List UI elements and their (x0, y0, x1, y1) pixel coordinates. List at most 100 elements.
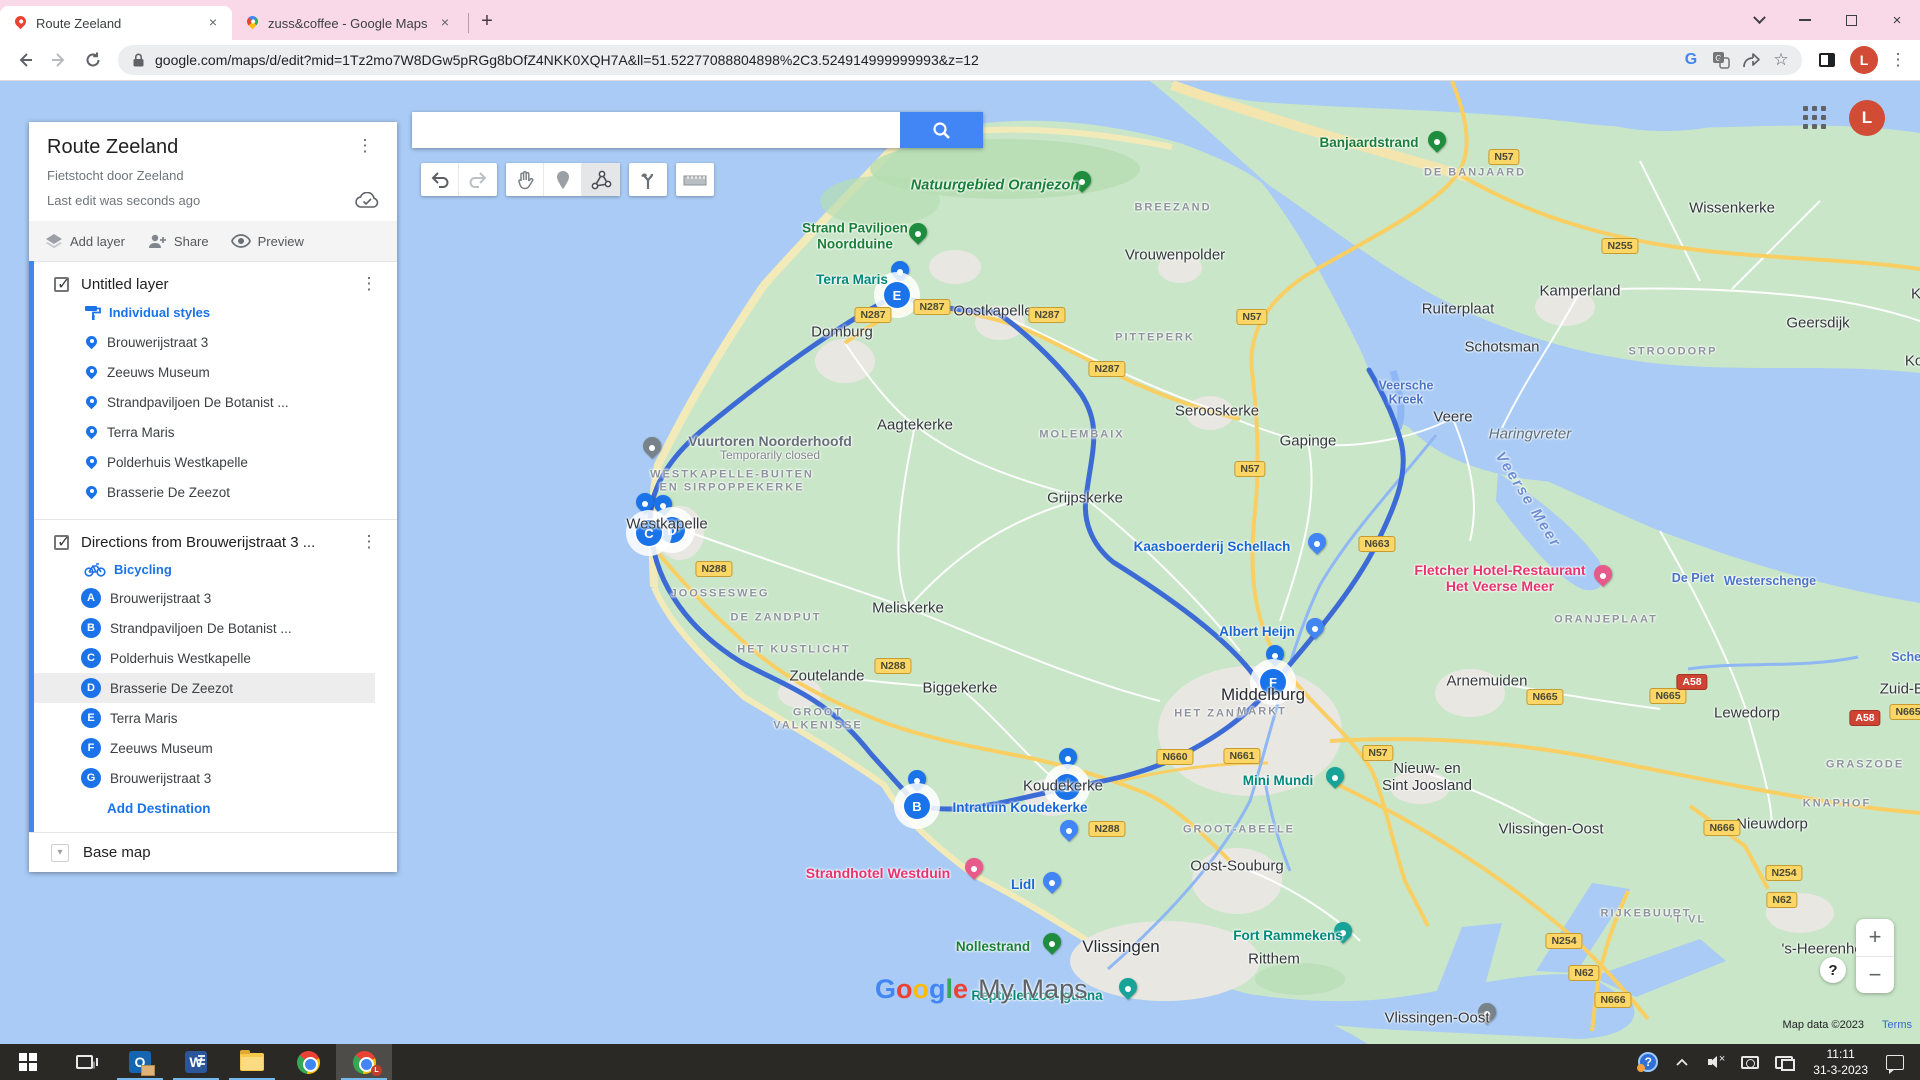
translate-button[interactable]: G (1706, 45, 1736, 75)
map-search-input[interactable] (412, 112, 900, 148)
search-button[interactable] (900, 112, 983, 148)
action-center-icon[interactable] (1886, 1055, 1904, 1070)
route-stop-item[interactable]: GBrouwerijstraat 3 (29, 763, 397, 793)
individual-styles-link[interactable]: Individual styles (84, 304, 397, 321)
map-label: Oostkapelle (953, 302, 1032, 319)
stop-letter-badge: E (81, 708, 101, 728)
map-label: Strandhotel Westduin (806, 865, 950, 881)
place-list-item[interactable]: Zeeuws Museum (29, 357, 397, 387)
layer-name[interactable]: Untitled layer (81, 276, 355, 293)
selected-layer-indicator (29, 261, 34, 832)
bookmark-button[interactable]: ☆ (1766, 45, 1796, 75)
place-list-item[interactable]: Terra Maris (29, 417, 397, 447)
place-list-item[interactable]: Strandpaviljoen De Botanist ... (29, 387, 397, 417)
layer-checkbox[interactable]: ✓ (54, 535, 69, 550)
route-marker[interactable]: B (894, 783, 940, 829)
help-button[interactable]: ? (1820, 957, 1846, 983)
address-bar[interactable]: google.com/maps/d/edit?mid=1Tz2mo7W8DGw5… (118, 45, 1802, 75)
tab-title: Route Zeeland (36, 16, 196, 31)
terms-link[interactable]: Terms (1882, 1019, 1912, 1031)
layer-menu-button[interactable]: ⋮ (355, 274, 383, 294)
tab-google-maps[interactable]: zuss&coffee - Google Maps × (232, 6, 464, 40)
route-stop-item[interactable]: FZeeuws Museum (29, 733, 397, 763)
share-button[interactable] (1736, 45, 1766, 75)
map-label: Veerse Meer (1492, 449, 1565, 551)
map-label: ORANJEPLAAT (1554, 614, 1658, 627)
layer-name[interactable]: Directions from Brouwerijstraat 3 ... (81, 534, 355, 551)
browser-menu-button[interactable]: ⋮ (1884, 50, 1912, 70)
taskbar-file-explorer[interactable] (224, 1044, 280, 1080)
taskbar-chrome-profile[interactable]: L (336, 1044, 392, 1080)
route-stop-item[interactable]: BStrandpaviljoen De Botanist ... (29, 613, 397, 643)
add-marker-tool-button[interactable] (544, 163, 582, 196)
back-button[interactable] (8, 43, 42, 77)
forward-button[interactable] (42, 43, 76, 77)
pan-tool-button[interactable] (506, 163, 544, 196)
taskbar-clock[interactable]: 11:11 31-3-2023 (1803, 1046, 1878, 1078)
place-pin-icon (84, 395, 99, 410)
maximize-button[interactable] (1828, 0, 1874, 40)
redo-button[interactable] (459, 163, 497, 196)
taskbar-chrome[interactable] (280, 1044, 336, 1080)
windows-logo-icon (19, 1053, 37, 1071)
tray-help[interactable]: ? (1633, 1044, 1663, 1080)
tab-close-icon[interactable]: × (204, 14, 222, 32)
layer-menu-button[interactable]: ⋮ (355, 532, 383, 552)
preview-button[interactable]: Preview (231, 234, 304, 249)
taskbar-word[interactable]: W (168, 1044, 224, 1080)
hand-icon (515, 170, 535, 190)
base-map-expander-icon[interactable]: ▾ (51, 844, 69, 862)
share-map-button[interactable]: Share (147, 233, 209, 249)
tray-show-hidden-icons[interactable] (1667, 1044, 1697, 1080)
draw-toolbar (421, 163, 714, 196)
route-stop-item[interactable]: ABrouwerijstraat 3 (29, 583, 397, 613)
minimize-button[interactable] (1782, 0, 1828, 40)
add-directions-button[interactable] (629, 163, 667, 196)
map-menu-button[interactable]: ⋮ (351, 136, 379, 156)
profile-avatar[interactable]: L (1850, 46, 1878, 74)
tab-close-icon[interactable]: × (436, 14, 454, 32)
tab-route-zeeland[interactable]: Route Zeeland × (0, 6, 232, 40)
new-tab-button[interactable]: + (473, 8, 501, 36)
layer-checkbox[interactable]: ✓ (54, 277, 69, 292)
window-menu-button[interactable] (1736, 0, 1782, 40)
google-search-shortcut[interactable]: G (1676, 45, 1706, 75)
route-stop-item[interactable]: ETerra Maris (29, 703, 397, 733)
task-view-button[interactable] (56, 1044, 112, 1080)
place-list-item[interactable]: Polderhuis Westkapelle (29, 447, 397, 477)
road-badge: N663 (1358, 536, 1395, 552)
road-badge: N287 (913, 299, 950, 315)
tray-citrix[interactable] (1735, 1044, 1765, 1080)
start-button[interactable] (0, 1044, 56, 1080)
url-text: google.com/maps/d/edit?mid=1Tz2mo7W8DGw5… (155, 52, 1676, 68)
travel-mode-link[interactable]: Bicycling (84, 562, 397, 577)
route-stop-item[interactable]: CPolderhuis Westkapelle (29, 643, 397, 673)
place-list-item[interactable]: Brasserie De Zeezot (29, 477, 397, 507)
reload-button[interactable] (76, 43, 110, 77)
side-panel-button[interactable] (1810, 43, 1844, 77)
base-map-row[interactable]: ▾ Base map (29, 832, 397, 872)
route-stop-item[interactable]: DBrasserie De Zeezot (29, 673, 375, 703)
beach-pin (1428, 131, 1446, 149)
road-badge: N666 (1703, 820, 1740, 836)
word-icon: W (185, 1051, 207, 1073)
draw-line-tool-button[interactable] (582, 163, 620, 196)
tab-title: zuss&coffee - Google Maps (268, 16, 428, 31)
zoom-out-button[interactable]: − (1856, 957, 1894, 994)
measure-tool-button[interactable] (676, 163, 714, 196)
map-title[interactable]: Route Zeeland (47, 136, 351, 159)
add-layer-button[interactable]: Add layer (45, 233, 125, 249)
hotel-pin (965, 858, 983, 876)
tray-display[interactable] (1769, 1044, 1799, 1080)
tray-volume-muted[interactable] (1701, 1044, 1731, 1080)
taskbar-outlook[interactable]: O (112, 1044, 168, 1080)
close-window-button[interactable]: × (1874, 0, 1920, 40)
road-badge: A58 (1849, 710, 1880, 726)
shopping-pin (1060, 820, 1078, 838)
google-apps-grid-icon[interactable] (1800, 103, 1830, 133)
add-destination-link[interactable]: Add Destination (107, 801, 397, 816)
undo-button[interactable] (421, 163, 459, 196)
place-list-item[interactable]: Brouwerijstraat 3 (29, 327, 397, 357)
account-avatar[interactable]: L (1849, 100, 1885, 136)
zoom-in-button[interactable]: + (1856, 919, 1894, 957)
